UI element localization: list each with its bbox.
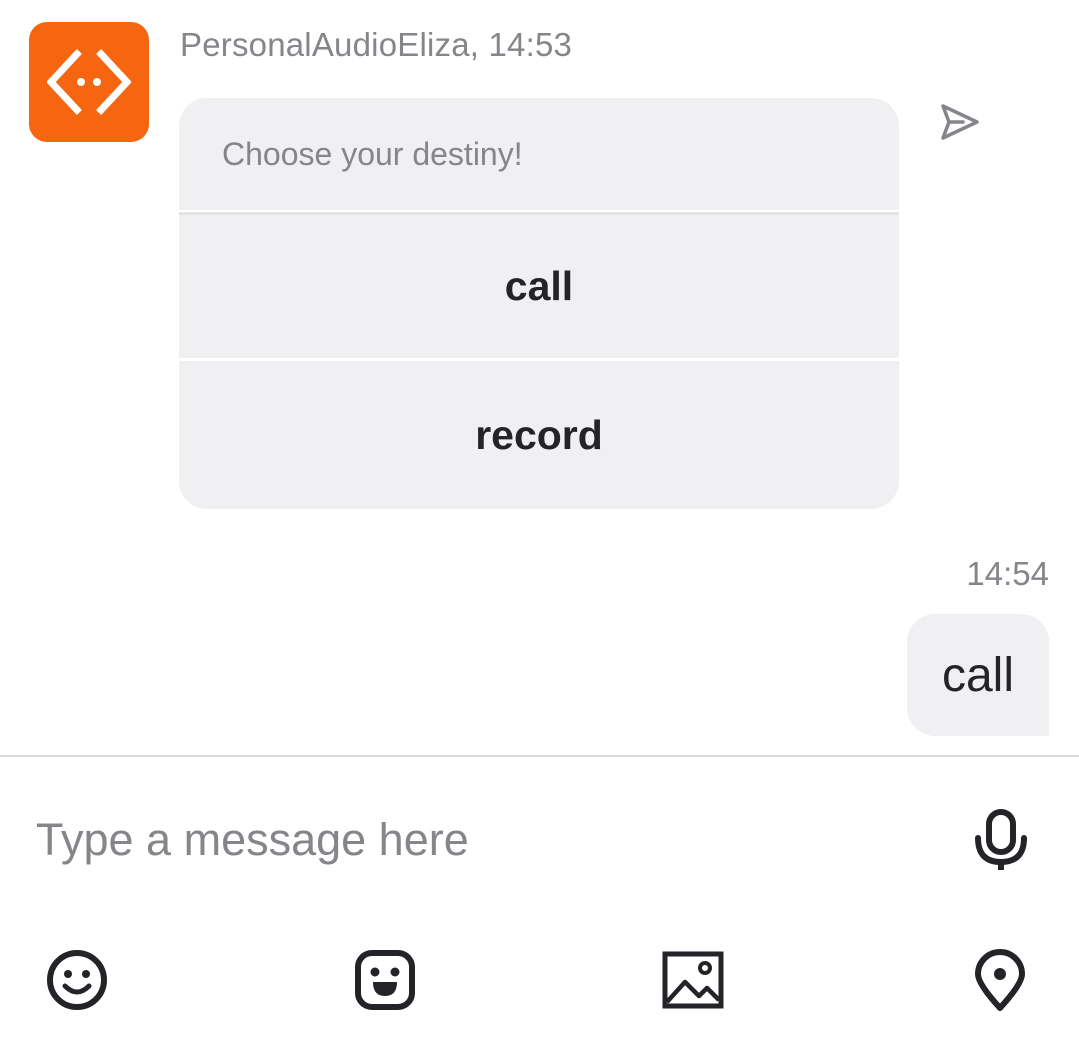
sticker-icon[interactable]	[353, 948, 417, 1012]
bot-avatar	[29, 22, 149, 142]
composer-divider	[0, 755, 1079, 757]
chat-screen: PersonalAudioEliza, 14:53 Choose your de…	[0, 0, 1079, 1055]
choice-button-call[interactable]: call	[179, 215, 899, 358]
outgoing-message-bubble: call	[907, 614, 1049, 736]
send-icon[interactable]	[937, 100, 983, 146]
outgoing-timestamp: 14:54	[966, 555, 1049, 592]
choice-button-record[interactable]: record	[179, 361, 899, 509]
image-icon[interactable]	[661, 948, 725, 1012]
message-sender-meta: PersonalAudioEliza, 14:53	[180, 26, 573, 63]
choice-card: Choose your destiny! call record	[179, 98, 899, 509]
message-input[interactable]	[36, 805, 916, 875]
location-icon[interactable]	[968, 948, 1032, 1012]
code-brackets-icon	[47, 49, 131, 115]
microphone-icon[interactable]	[972, 808, 1030, 872]
emoji-icon[interactable]	[45, 948, 109, 1012]
choice-prompt: Choose your destiny!	[222, 135, 523, 172]
